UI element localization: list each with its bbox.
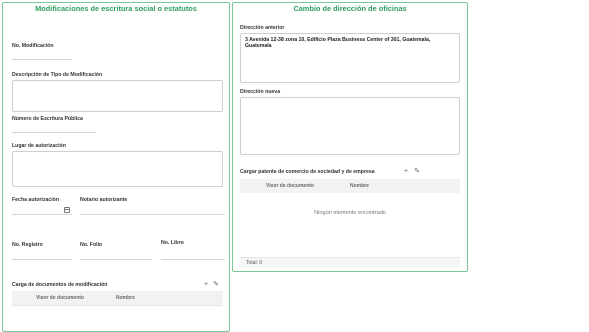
add-icon[interactable]: +	[402, 168, 410, 176]
calendar-icon[interactable]	[64, 207, 70, 213]
cambio-direccion-panel: Cambio de dirección de oficinas Direcció…	[232, 2, 468, 272]
notario-autorizante-input[interactable]	[80, 214, 225, 215]
fecha-autorizacion-label: Fecha autorización	[12, 197, 59, 203]
direccion-nueva-label: Dirección nueva	[240, 89, 281, 95]
direccion-nueva-textarea[interactable]	[240, 97, 460, 155]
modificaciones-panel-title: Modificaciones de escritura social o est…	[35, 4, 197, 13]
patente-table: Visor de documento Nombre Ningún element…	[240, 179, 460, 268]
table-footer: Total: 0	[240, 257, 460, 268]
no-escritura-input[interactable]	[12, 132, 96, 133]
direccion-anterior-textarea[interactable]: 3 Avenida 12-38 zona 10, Edificio Plaza …	[240, 33, 460, 83]
edit-icon[interactable]: ✎	[413, 168, 421, 176]
cargar-patente-label: Cargar patente de comercio de sociedad y…	[240, 169, 375, 175]
col-visor-documento[interactable]: Visor de documento	[266, 183, 314, 189]
lugar-autorizacion-label: Lugar de autorización	[12, 143, 66, 149]
notario-autorizante-label: Notario autorizante	[80, 197, 128, 203]
no-folio-input[interactable]	[80, 259, 152, 260]
fecha-autorizacion-input[interactable]	[12, 214, 72, 215]
descripcion-tipo-textarea[interactable]	[12, 80, 223, 112]
cambio-direccion-panel-title: Cambio de dirección de oficinas	[293, 4, 407, 13]
no-modificacion-input[interactable]	[12, 59, 72, 60]
col-nombre[interactable]: Nombre	[116, 295, 135, 301]
carga-documentos-label: Carga de documentos de modificación	[12, 282, 108, 288]
table-header: Visor de documento Nombre	[12, 291, 223, 306]
no-registro-input[interactable]	[12, 259, 72, 260]
table-header: Visor de documento Nombre	[240, 179, 460, 194]
no-folio-label: No. Folio	[80, 242, 103, 248]
descripcion-tipo-label: Descripción de Tipo de Modificación	[12, 72, 103, 78]
edit-icon[interactable]: ✎	[212, 281, 220, 289]
direccion-anterior-label: Dirección anterior	[240, 25, 285, 31]
total-count: Total: 0	[246, 260, 263, 266]
documentos-modificacion-table: Visor de documento Nombre	[12, 291, 223, 321]
add-icon[interactable]: +	[202, 281, 210, 289]
modificaciones-panel: Modificaciones de escritura social o est…	[2, 2, 230, 332]
table-body: Ningún elemento encontrado	[240, 193, 460, 257]
no-modificacion-label: No. Modificación	[12, 43, 54, 49]
no-libro-label: No. Libro	[161, 240, 184, 246]
col-nombre[interactable]: Nombre	[350, 183, 369, 189]
lugar-autorizacion-textarea[interactable]	[12, 151, 223, 187]
empty-message: Ningún elemento encontrado	[314, 210, 386, 216]
col-visor-documento[interactable]: Visor de documento	[36, 295, 84, 301]
no-escritura-label: Número de Escritura Pública	[12, 116, 83, 122]
no-libro-input[interactable]	[161, 259, 225, 260]
no-registro-label: No. Registro	[12, 242, 43, 248]
